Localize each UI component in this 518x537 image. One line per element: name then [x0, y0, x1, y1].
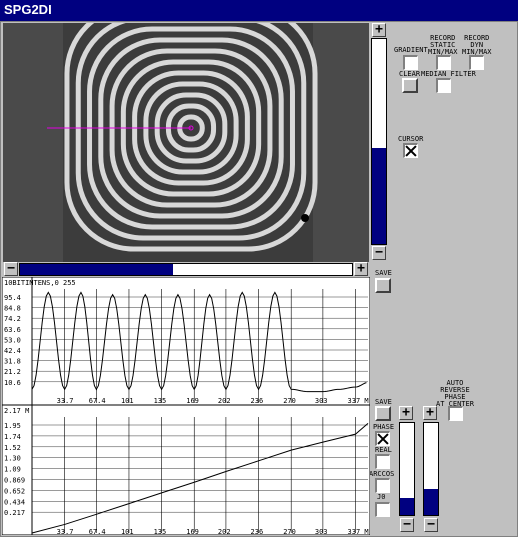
save-intensity-label: SAVE	[375, 269, 392, 277]
phase-y-label: 0.869	[4, 477, 25, 485]
intensity-x-label: 303	[315, 397, 328, 405]
image-v-down-button[interactable]: −	[372, 246, 386, 260]
save-phase-button[interactable]	[375, 406, 391, 421]
intensity-x-label: 202	[218, 397, 231, 405]
image-v-scrollbar[interactable]	[371, 38, 387, 245]
real-label: REAL	[375, 446, 392, 454]
intensity-x-label: 101	[121, 397, 134, 405]
intensity-x-label: 270	[283, 397, 296, 405]
median-filter-label: MEDIAN FILTER	[421, 70, 476, 78]
j0-label: J0	[377, 493, 386, 501]
record-dyn-label: RECORD DYN MIN/MAX	[462, 34, 492, 56]
record-static-checkbox[interactable]	[436, 55, 451, 70]
phase-y-label: 0.217	[4, 509, 25, 517]
record-dyn-checkbox[interactable]	[469, 55, 484, 70]
intensity-header: 10BITINTENS,0 255	[4, 279, 76, 287]
median-filter-checkbox[interactable]	[436, 78, 451, 93]
cursor-checkbox[interactable]	[403, 143, 418, 158]
record-static-label: RECORD STATIC MIN/MAX	[428, 34, 458, 56]
title-bar: SPG2DI	[0, 0, 518, 21]
intensity-x-label: 236	[251, 397, 264, 405]
j0-checkbox[interactable]	[375, 502, 390, 517]
auto-reverse-checkbox[interactable]	[448, 406, 463, 421]
interferogram-image[interactable]	[3, 23, 369, 262]
save-intensity-button[interactable]	[375, 278, 391, 293]
phase-x-label: 202	[218, 528, 231, 535]
phase-header: 2.17 M	[4, 407, 29, 415]
phase-y-label: 1.52	[4, 444, 21, 452]
bar2-slider[interactable]	[423, 422, 439, 516]
intensity-y-label: 84.8	[4, 305, 21, 313]
bar2-increase-button[interactable]: +	[423, 406, 437, 420]
bar1-decrease-button[interactable]: −	[400, 518, 414, 532]
intensity-x-label: 169	[186, 397, 199, 405]
clear-button[interactable]	[402, 78, 418, 93]
bar2-decrease-button[interactable]: −	[424, 518, 438, 532]
phase-x-label: 236	[251, 528, 264, 535]
phase-y-label: 1.95	[4, 422, 21, 430]
window-title: SPG2DI	[4, 2, 52, 17]
phase-y-label: 1.74	[4, 433, 21, 441]
intensity-x-label: 33.7	[57, 397, 74, 405]
image-h-scrollbar[interactable]	[19, 263, 353, 276]
phase-x-label: 270	[283, 528, 296, 535]
arccos-checkbox[interactable]	[375, 478, 390, 493]
cursor-label: CURSOR	[398, 135, 424, 143]
image-v-up-button[interactable]: +	[372, 23, 386, 37]
intensity-y-label: 31.8	[4, 358, 21, 366]
phase-x-label: 101	[121, 528, 134, 535]
gradient-checkbox[interactable]	[403, 55, 418, 70]
intensity-y-label: 21.2	[4, 368, 21, 376]
intensity-x-label: 135	[154, 397, 167, 405]
phase-y-label: 0.434	[4, 498, 25, 506]
intensity-y-label: 74.2	[4, 315, 21, 323]
intensity-y-label: 63.6	[4, 326, 21, 334]
clear-label: CLEAR	[399, 70, 421, 78]
phase-y-label: 0.652	[4, 487, 25, 495]
phase-x-label: 33.7	[57, 528, 74, 535]
intensity-y-label: 10.6	[4, 379, 21, 387]
phase-x-label: 169	[186, 528, 199, 535]
plots-panel: 10BITINTENS,0 255 2.17 M 33.7 33.7 67.4 67.…	[2, 277, 370, 535]
phase-x-label: 303	[315, 528, 328, 535]
image-h-right-button[interactable]: +	[354, 262, 368, 276]
phase-x-label: 337 M	[348, 528, 369, 535]
intensity-y-label: 42.4	[4, 347, 21, 355]
phase-x-label: 135	[154, 528, 167, 535]
intensity-x-label: 67.4	[89, 397, 106, 405]
image-h-left-button[interactable]: −	[4, 262, 18, 276]
phase-x-label: 67.4	[89, 528, 106, 535]
bar1-slider[interactable]	[399, 422, 415, 516]
phase-checkbox[interactable]	[375, 431, 390, 446]
intensity-x-label: 337 M	[348, 397, 369, 405]
save-phase-label: SAVE	[375, 398, 392, 406]
bar1-increase-button[interactable]: +	[399, 406, 413, 420]
phase-y-label: 1.09	[4, 466, 21, 474]
phase-label: PHASE	[373, 423, 395, 431]
gradient-label: GRADIENT	[394, 46, 428, 54]
auto-reverse-label: AUTO REVERSE PHASE AT CENTER	[436, 379, 474, 408]
intensity-y-label: 95.4	[4, 294, 21, 302]
intensity-y-label: 53.0	[4, 336, 21, 344]
real-checkbox[interactable]	[375, 454, 390, 469]
arccos-label: ARCCOS	[369, 470, 395, 478]
phase-y-label: 1.30	[4, 455, 21, 463]
